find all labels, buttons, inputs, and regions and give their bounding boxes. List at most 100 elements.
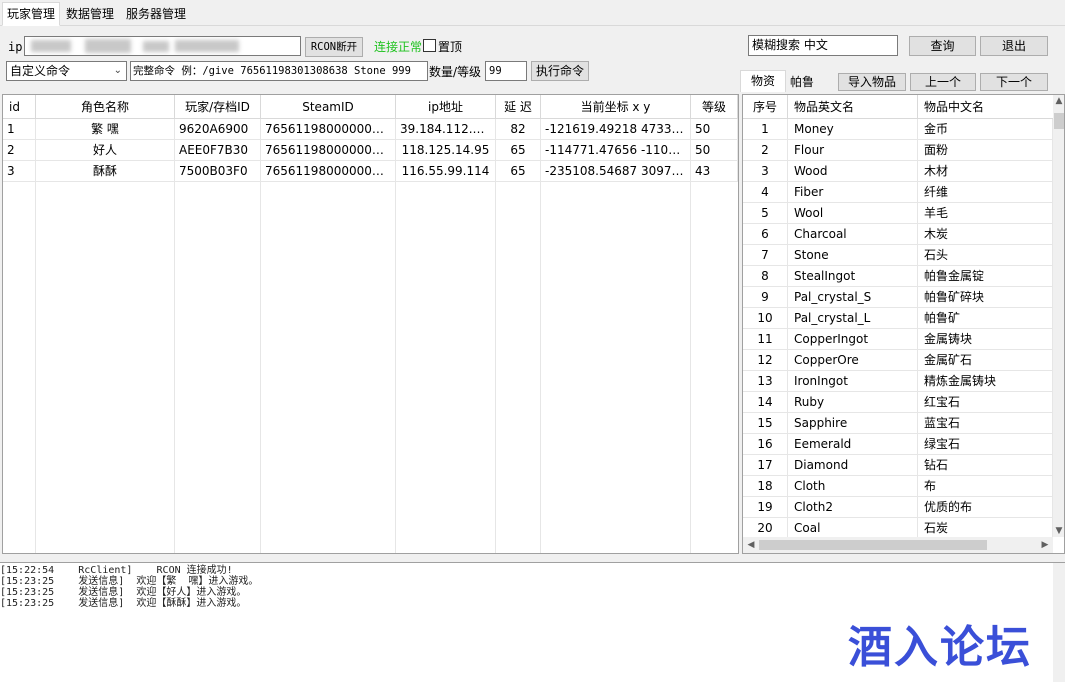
player-id-cell[interactable]: 3 (3, 161, 36, 182)
list-item[interactable]: 18 Cloth 布 (743, 476, 1053, 497)
tab-server-management[interactable]: 服务器管理 (122, 4, 190, 26)
list-item[interactable]: 6 Charcoal 木炭 (743, 224, 1053, 245)
player-latency-cell[interactable]: 65 (496, 140, 541, 161)
item-index-cell[interactable]: 16 (743, 434, 788, 455)
item-index-cell[interactable]: 11 (743, 329, 788, 350)
player-level-cell[interactable]: 50 (691, 140, 738, 161)
exit-button[interactable]: 退出 (980, 36, 1048, 56)
item-chinese-name-cell[interactable]: 帕鲁矿碎块 (918, 287, 1053, 308)
player-coords-cell[interactable]: -114771.47656 -110595 (541, 140, 691, 161)
item-english-name-cell[interactable]: Cloth2 (788, 497, 918, 518)
players-table[interactable]: id 角色名称 玩家/存档ID SteamID ip地址 延 迟 当前坐标 x … (2, 94, 739, 554)
item-chinese-name-cell[interactable]: 帕鲁金属锭 (918, 266, 1053, 287)
item-chinese-name-cell[interactable]: 绿宝石 (918, 434, 1053, 455)
player-latency-cell[interactable]: 65 (496, 161, 541, 182)
item-english-name-cell[interactable]: Wool (788, 203, 918, 224)
item-chinese-name-cell[interactable]: 布 (918, 476, 1053, 497)
list-item[interactable]: 19 Cloth2 优质的布 (743, 497, 1053, 518)
item-chinese-name-cell[interactable]: 帕鲁矿 (918, 308, 1053, 329)
col-ip-address[interactable]: ip地址 (396, 95, 496, 119)
quantity-input[interactable]: 99 (485, 61, 527, 81)
item-chinese-name-cell[interactable]: 金属矿石 (918, 350, 1053, 371)
item-english-name-cell[interactable]: Eemerald (788, 434, 918, 455)
col-english-name[interactable]: 物品英文名 (788, 95, 918, 119)
item-chinese-name-cell[interactable]: 羊毛 (918, 203, 1053, 224)
player-level-cell[interactable]: 43 (691, 161, 738, 182)
item-english-name-cell[interactable]: Pal_crystal_S (788, 287, 918, 308)
item-english-name-cell[interactable]: Coal (788, 518, 918, 539)
rcon-disconnect-button[interactable]: RCON断开 (305, 37, 363, 57)
item-english-name-cell[interactable]: Wood (788, 161, 918, 182)
item-index-cell[interactable]: 5 (743, 203, 788, 224)
table-row[interactable]: 3 酥酥 7500B03F0 76561198000000206 116.55.99.1… (3, 161, 738, 182)
item-index-cell[interactable]: 6 (743, 224, 788, 245)
table-row[interactable]: 1繁 嘿 9620A6900 76561198000000007 39.184.112… (3, 119, 738, 140)
col-player-save-id[interactable]: 玩家/存档ID (175, 95, 261, 119)
player-ip-cell[interactable]: 116.55.99.114 (396, 161, 496, 182)
item-index-cell[interactable]: 12 (743, 350, 788, 371)
item-english-name-cell[interactable]: Flour (788, 140, 918, 161)
player-name-cell[interactable]: 好人 (36, 140, 175, 161)
player-name-cell[interactable]: 繁 嘿 (36, 119, 175, 140)
list-item[interactable]: 14 Ruby 红宝石 (743, 392, 1053, 413)
list-item[interactable]: 16 Eemerald 绿宝石 (743, 434, 1053, 455)
list-item[interactable]: 5 Wool 羊毛 (743, 203, 1053, 224)
list-item[interactable]: 7 Stone 石头 (743, 245, 1053, 266)
item-english-name-cell[interactable]: IronIngot (788, 371, 918, 392)
item-english-name-cell[interactable]: Money (788, 119, 918, 140)
list-item[interactable]: 9 Pal_crystal_S 帕鲁矿碎块 (743, 287, 1053, 308)
list-item[interactable]: 13 IronIngot 精炼金属铸块 (743, 371, 1053, 392)
item-english-name-cell[interactable]: Sapphire (788, 413, 918, 434)
item-index-cell[interactable]: 20 (743, 518, 788, 539)
item-english-name-cell[interactable]: Charcoal (788, 224, 918, 245)
col-level[interactable]: 等级 (691, 95, 738, 119)
items-horizontal-scrollbar[interactable]: ◀ ▶ (743, 537, 1053, 553)
player-steamid-cell[interactable]: 76561198000000007 (261, 119, 396, 140)
col-latency[interactable]: 延 迟 (496, 95, 541, 119)
player-save-id-cell[interactable]: 7500B03F0 (175, 161, 261, 182)
item-chinese-name-cell[interactable]: 石头 (918, 245, 1053, 266)
item-chinese-name-cell[interactable]: 木材 (918, 161, 1053, 182)
player-coords-cell[interactable]: -121619.49218 47339.9 (541, 119, 691, 140)
scroll-thumb[interactable] (759, 540, 987, 550)
item-english-name-cell[interactable]: Fiber (788, 182, 918, 203)
item-chinese-name-cell[interactable]: 蓝宝石 (918, 413, 1053, 434)
col-chinese-name[interactable]: 物品中文名 (918, 95, 1053, 119)
item-index-cell[interactable]: 3 (743, 161, 788, 182)
item-index-cell[interactable]: 14 (743, 392, 788, 413)
item-chinese-name-cell[interactable]: 金币 (918, 119, 1053, 140)
item-index-cell[interactable]: 9 (743, 287, 788, 308)
pin-checkbox[interactable] (423, 39, 436, 52)
list-item[interactable]: 1 Money 金币 (743, 119, 1053, 140)
list-item[interactable]: 11 CopperIngot 金属铸块 (743, 329, 1053, 350)
item-english-name-cell[interactable]: CopperOre (788, 350, 918, 371)
scroll-thumb[interactable] (1054, 113, 1064, 129)
player-ip-cell[interactable]: 39.184.112.127 (396, 119, 496, 140)
col-character-name[interactable]: 角色名称 (36, 95, 175, 119)
item-english-name-cell[interactable]: Cloth (788, 476, 918, 497)
player-save-id-cell[interactable]: 9620A6900 (175, 119, 261, 140)
scroll-right-arrow-icon[interactable]: ▶ (1039, 539, 1051, 551)
player-save-id-cell[interactable]: AEE0F7B30 (175, 140, 261, 161)
item-chinese-name-cell[interactable]: 钻石 (918, 455, 1053, 476)
list-item[interactable]: 4 Fiber 纤维 (743, 182, 1053, 203)
item-chinese-name-cell[interactable]: 纤维 (918, 182, 1053, 203)
item-english-name-cell[interactable]: Diamond (788, 455, 918, 476)
col-coordinates[interactable]: 当前坐标 x y (541, 95, 691, 119)
item-index-cell[interactable]: 13 (743, 371, 788, 392)
list-item[interactable]: 20 Coal 石炭 (743, 518, 1053, 539)
item-index-cell[interactable]: 10 (743, 308, 788, 329)
ip-input[interactable] (24, 36, 301, 56)
player-coords-cell[interactable]: -235108.54687 309775 (541, 161, 691, 182)
item-english-name-cell[interactable]: Pal_crystal_L (788, 308, 918, 329)
player-ip-cell[interactable]: 118.125.14.95 (396, 140, 496, 161)
execute-command-button[interactable]: 执行命令 (531, 61, 589, 81)
col-id[interactable]: id (3, 95, 36, 119)
item-index-cell[interactable]: 19 (743, 497, 788, 518)
items-table[interactable]: 序号 物品英文名 物品中文名 1 Money 金币 2 Flour 面粉 3 Wood 木材 4 F… (742, 94, 1065, 554)
item-chinese-name-cell[interactable]: 优质的布 (918, 497, 1053, 518)
item-index-cell[interactable]: 18 (743, 476, 788, 497)
list-item[interactable]: 15 Sapphire 蓝宝石 (743, 413, 1053, 434)
item-english-name-cell[interactable]: CopperIngot (788, 329, 918, 350)
list-item[interactable]: 12 CopperOre 金属矿石 (743, 350, 1053, 371)
